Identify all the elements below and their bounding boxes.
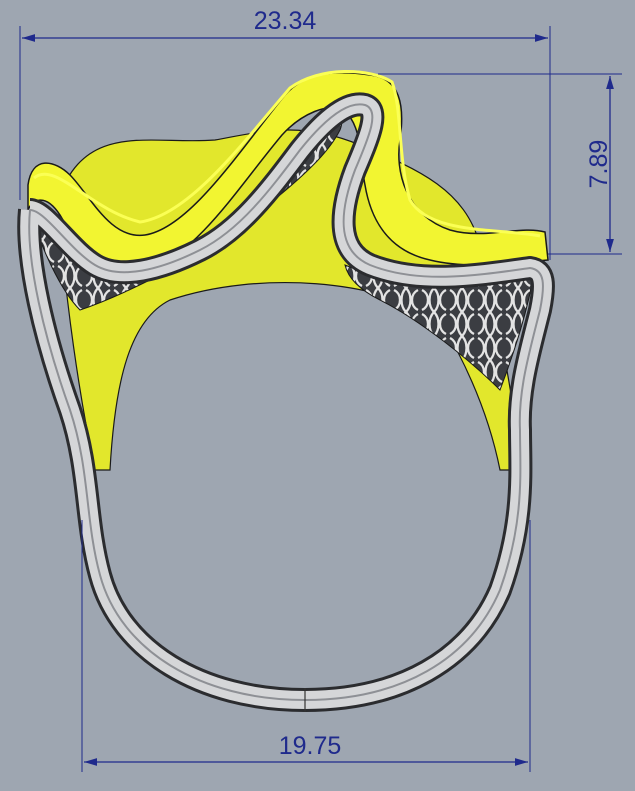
cad-viewport[interactable]: 23.34 7.89 19.75 xyxy=(0,0,635,791)
ring-model[interactable] xyxy=(17,69,555,712)
dimension-label-top-width: 23.34 xyxy=(254,7,317,35)
dimension-label-bottom-width: 19.75 xyxy=(279,732,342,760)
dimension-label-right-height: 7.89 xyxy=(585,140,613,189)
